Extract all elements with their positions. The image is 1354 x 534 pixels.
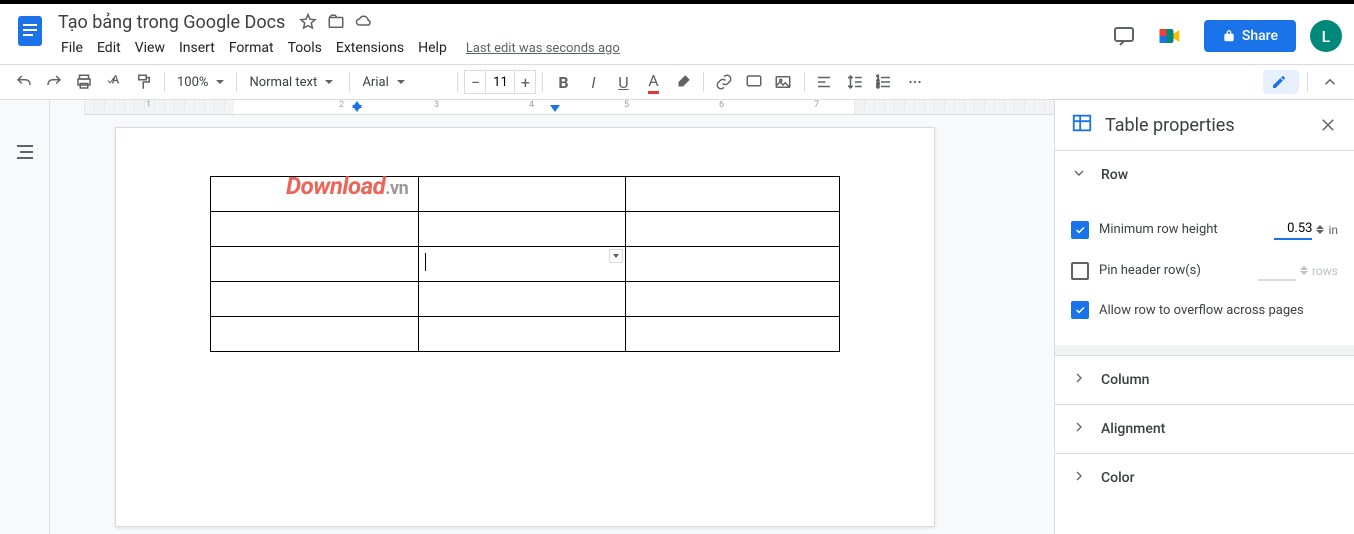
move-icon[interactable] <box>327 13 345 31</box>
menu-insert[interactable]: Insert <box>172 37 222 59</box>
min-row-height-input[interactable] <box>1274 219 1312 240</box>
font-size-increase[interactable]: + <box>514 70 536 94</box>
pin-header-spinner <box>1300 266 1308 275</box>
line-spacing-button[interactable] <box>841 68 869 96</box>
cell-dropdown-icon[interactable] <box>609 249 623 263</box>
underline-button[interactable]: U <box>609 68 637 96</box>
menu-format[interactable]: Format <box>222 37 281 59</box>
overflow-checkbox[interactable] <box>1071 301 1089 319</box>
print-button[interactable] <box>70 68 98 96</box>
section-alignment-header[interactable]: Alignment <box>1055 405 1354 453</box>
meet-icon[interactable] <box>1150 16 1190 56</box>
share-button[interactable]: Share <box>1204 20 1296 52</box>
undo-button[interactable] <box>10 68 38 96</box>
canvas-area: 1 2 3 4 5 6 7 Download.vn <box>50 100 1054 534</box>
min-row-height-checkbox[interactable] <box>1071 221 1089 239</box>
table-row <box>211 247 840 282</box>
redo-button[interactable] <box>40 68 68 96</box>
hide-panel-button[interactable] <box>1316 68 1344 96</box>
last-edit-link[interactable]: Last edit was seconds ago <box>466 41 620 56</box>
menu-extensions[interactable]: Extensions <box>329 37 411 59</box>
document-title[interactable]: Tạo bảng trong Google Docs <box>54 10 289 35</box>
menu-file[interactable]: File <box>54 37 90 59</box>
table-row <box>211 177 840 212</box>
chevron-down-icon <box>1071 165 1087 185</box>
zoom-select[interactable]: 100% <box>171 68 230 96</box>
close-icon[interactable] <box>1318 115 1338 135</box>
font-size-decrease[interactable]: − <box>464 70 486 94</box>
horizontal-ruler[interactable]: 1 2 3 4 5 6 7 <box>84 100 1054 115</box>
italic-button[interactable]: I <box>579 68 607 96</box>
first-line-indent-marker[interactable] <box>352 100 362 108</box>
indent-marker-right[interactable] <box>550 105 560 113</box>
cloud-icon[interactable] <box>355 13 373 31</box>
comment-history-icon[interactable] <box>1112 24 1136 48</box>
left-sidebar <box>0 100 50 534</box>
pin-header-input <box>1258 260 1296 281</box>
more-button[interactable] <box>901 68 929 96</box>
bold-button[interactable]: B <box>549 68 577 96</box>
section-row-header[interactable]: Row <box>1055 151 1354 199</box>
table-icon <box>1071 112 1093 138</box>
style-select[interactable]: Normal text <box>243 68 343 96</box>
avatar[interactable]: L <box>1310 20 1342 52</box>
table-row <box>211 212 840 247</box>
spellcheck-button[interactable] <box>100 68 128 96</box>
document-table[interactable] <box>210 176 840 352</box>
min-row-height-spinner[interactable] <box>1316 225 1324 234</box>
paint-format-button[interactable] <box>130 68 158 96</box>
min-row-height-label: Minimum row height <box>1099 222 1264 237</box>
docs-logo-icon[interactable] <box>12 12 48 48</box>
document-page[interactable]: Download.vn <box>115 127 935 527</box>
image-button[interactable] <box>770 68 798 96</box>
chevron-right-icon <box>1071 370 1087 390</box>
link-button[interactable] <box>710 68 738 96</box>
table-properties-panel: Table properties Row Minimum row height … <box>1054 100 1354 534</box>
table-row <box>211 317 840 352</box>
pin-header-label: Pin header row(s) <box>1099 263 1248 278</box>
overflow-label: Allow row to overflow across pages <box>1099 303 1338 318</box>
table-row <box>211 282 840 317</box>
align-button[interactable] <box>811 68 839 96</box>
font-select[interactable]: Arial <box>356 68 451 96</box>
menu-edit[interactable]: Edit <box>90 37 128 59</box>
section-column-header[interactable]: Column <box>1055 356 1354 404</box>
section-color-header[interactable]: Color <box>1055 454 1354 502</box>
panel-title: Table properties <box>1105 115 1306 136</box>
menu-bar: File Edit View Insert Format Tools Exten… <box>54 36 620 60</box>
font-size-input[interactable] <box>486 70 514 94</box>
menu-view[interactable]: View <box>128 37 172 59</box>
chevron-right-icon <box>1071 419 1087 439</box>
editing-mode-button[interactable] <box>1263 70 1299 94</box>
star-icon[interactable] <box>299 13 317 31</box>
share-label: Share <box>1242 28 1278 44</box>
toolbar: 100% Normal text Arial − + B I U A 123 <box>0 64 1354 100</box>
outline-icon[interactable] <box>13 140 37 164</box>
list-button[interactable]: 123 <box>871 68 899 96</box>
pin-header-checkbox[interactable] <box>1071 262 1089 280</box>
active-cell[interactable] <box>418 247 626 282</box>
menu-help[interactable]: Help <box>411 37 454 59</box>
highlight-button[interactable] <box>669 68 697 96</box>
comment-button[interactable] <box>740 68 768 96</box>
text-color-button[interactable]: A <box>639 68 667 96</box>
svg-text:3: 3 <box>877 84 880 90</box>
chevron-right-icon <box>1071 468 1087 488</box>
app-header: Tạo bảng trong Google Docs File Edit Vie… <box>0 4 1354 64</box>
menu-tools[interactable]: Tools <box>281 37 329 59</box>
